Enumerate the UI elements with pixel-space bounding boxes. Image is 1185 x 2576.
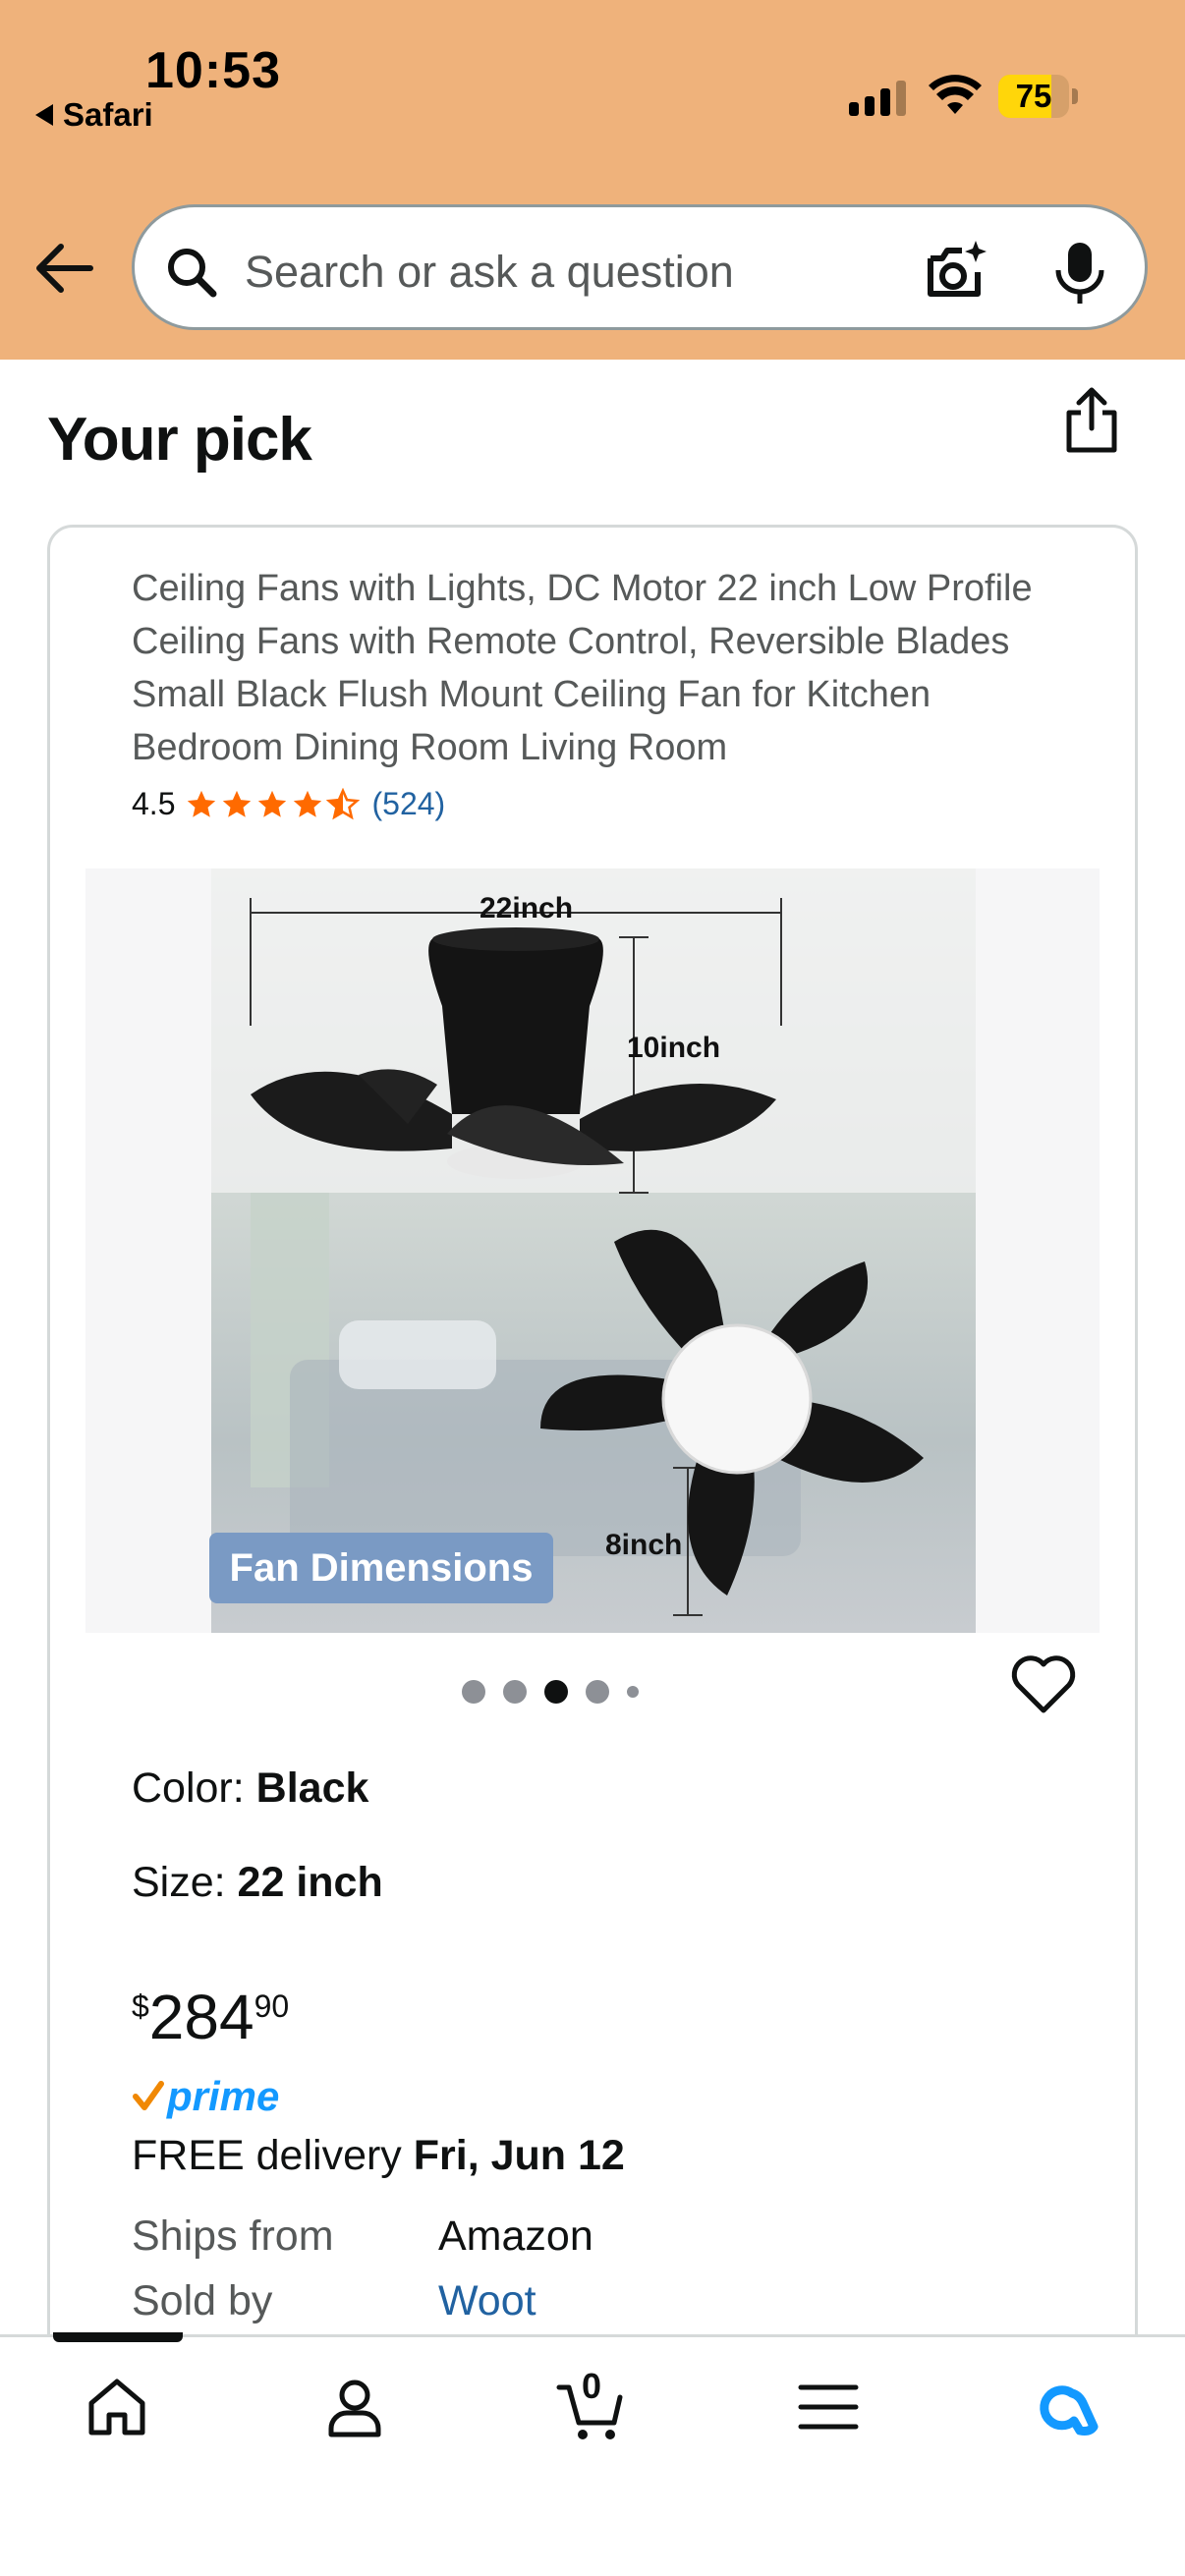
color-value: Black [255, 1764, 369, 1812]
size-value: 22 inch [237, 1859, 383, 1906]
star-full-icon [223, 790, 252, 817]
prime-label: prime [167, 2073, 280, 2119]
wifi-icon [929, 75, 982, 114]
menu-icon [798, 2384, 859, 2430]
dimension-width-label: 22inch [480, 892, 574, 924]
tab-account[interactable] [310, 2368, 399, 2446]
carousel-dot[interactable] [462, 1680, 485, 1704]
page-title: Your pick [47, 406, 312, 474]
ceiling-fan-photo [211, 868, 976, 1633]
price-fraction: 90 [254, 1988, 290, 2024]
tab-rufus[interactable] [1020, 2368, 1108, 2446]
home-icon [88, 2379, 145, 2436]
rating-value: 4.5 [132, 786, 176, 821]
rating-row[interactable]: 4.5 (524) [132, 786, 445, 822]
delivery-info: FREE delivery Fri, Jun 12 [132, 2132, 625, 2179]
sold-by-link[interactable]: Woot [438, 2277, 536, 2325]
delivery-date: Fri, Jun 12 [413, 2132, 625, 2179]
review-count-link[interactable]: (524) [371, 786, 445, 822]
tab-menu[interactable] [784, 2368, 873, 2446]
dimension-height-label: 10inch [627, 1032, 721, 1064]
star-full-icon [188, 790, 216, 817]
carousel-dot[interactable] [627, 1686, 639, 1698]
carousel-dot[interactable] [586, 1680, 609, 1704]
color-attribute: Color: Black [132, 1764, 369, 1812]
price-whole: 284 [148, 1982, 254, 2052]
star-full-icon [258, 790, 287, 817]
sold-by-label: Sold by [132, 2277, 273, 2324]
cart-count-badge: 0 [582, 2366, 602, 2406]
product-image[interactable] [85, 868, 1100, 1633]
status-time: 10:53 [145, 42, 281, 99]
price: $ 284 90 [132, 1981, 289, 2053]
battery-level: 75 [1015, 78, 1052, 114]
search-input[interactable]: Search or ask a question [245, 247, 734, 298]
share-icon[interactable] [1059, 385, 1124, 456]
header: 10:53 Safari 75 Search or ask a question [0, 0, 1185, 360]
back-arrow-icon[interactable] [31, 236, 96, 301]
account-icon [328, 2380, 381, 2437]
back-triangle-icon [35, 104, 53, 126]
tab-home[interactable] [73, 2368, 161, 2446]
prime-badge: prime [132, 2073, 279, 2120]
star-full-icon [294, 790, 322, 817]
heart-icon[interactable] [1010, 1654, 1077, 1715]
price-currency: $ [132, 1988, 149, 2024]
star-half-icon [326, 787, 361, 819]
carousel-dot[interactable] [503, 1680, 527, 1704]
back-to-safari[interactable]: Safari [35, 96, 153, 134]
battery-indicator: 75 [998, 75, 1078, 118]
carousel-dot[interactable] [544, 1680, 568, 1704]
ships-from-value: Amazon [438, 2212, 593, 2260]
back-app-label: Safari [63, 96, 153, 133]
fan-dimensions-label: Fan Dimensions [209, 1533, 553, 1603]
product-title[interactable]: Ceiling Fans with Lights, DC Motor 22 in… [132, 562, 1075, 774]
camera-search-icon[interactable] [921, 237, 989, 306]
microphone-icon[interactable] [1048, 239, 1111, 308]
star-rating [185, 787, 361, 821]
ships-from-label: Ships from [132, 2212, 334, 2260]
tab-active-indicator [53, 2332, 183, 2342]
image-carousel-dots[interactable] [462, 1680, 639, 1704]
cellular-signal-icon [849, 81, 906, 116]
search-icon [168, 249, 217, 298]
rufus-icon [1040, 2385, 1099, 2436]
size-attribute: Size: 22 inch [132, 1859, 383, 1906]
dimension-blade-label: 8inch [605, 1529, 683, 1561]
prime-check-icon [133, 2081, 164, 2110]
search-bar[interactable]: Search or ask a question [132, 204, 1148, 330]
